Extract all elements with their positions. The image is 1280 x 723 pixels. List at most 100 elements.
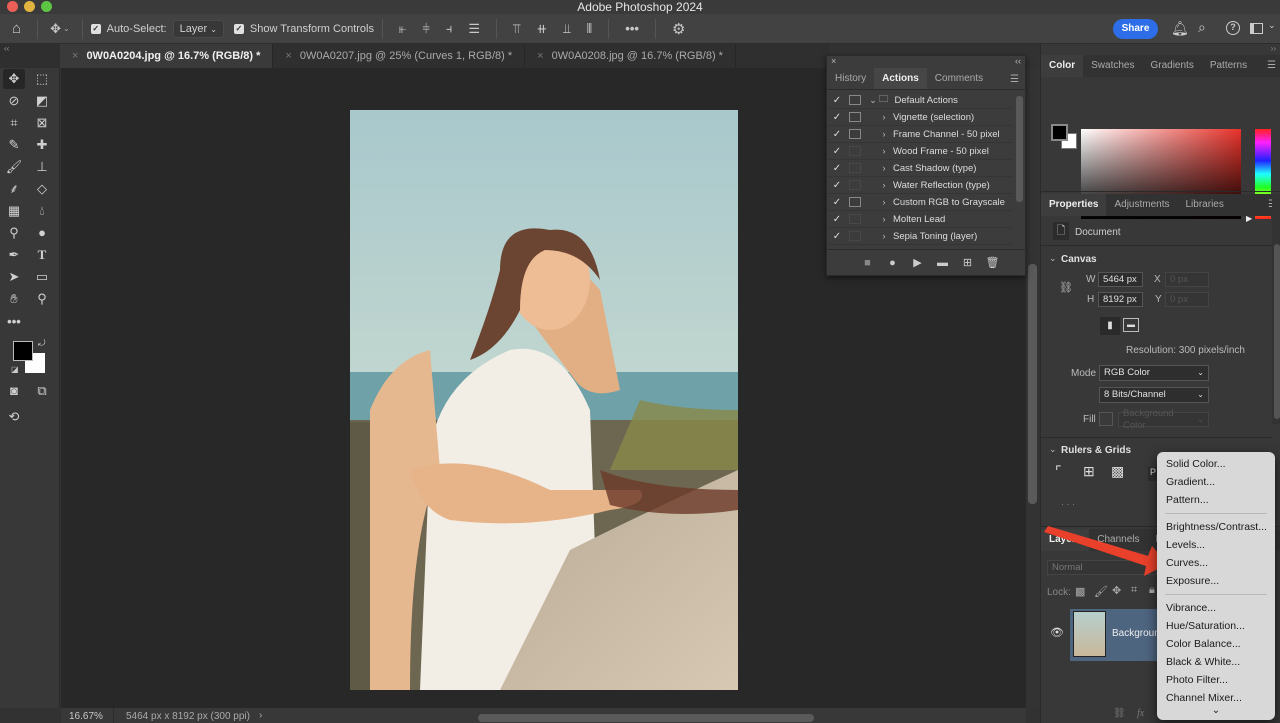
default-colors-icon[interactable]: ◪ <box>11 365 19 374</box>
align-top-icon[interactable]: ⫪ <box>513 21 520 37</box>
lock-brush-icon[interactable]: 🖌︎ <box>1094 585 1108 598</box>
menu-item-curves[interactable]: Curves... <box>1157 554 1275 572</box>
menu-item-photo-filter[interactable]: Photo Filter... <box>1157 671 1275 689</box>
tab-gradients[interactable]: Gradients <box>1142 55 1201 77</box>
vertical-scrollbar-thumb[interactable] <box>1028 264 1037 504</box>
action-set-row[interactable]: ✓ ⌄ 🗀︎ Default Actions <box>827 92 1013 109</box>
distribute-h-icon[interactable]: ☰ <box>468 21 480 37</box>
chevron-right-icon[interactable]: › <box>875 197 893 207</box>
portrait-orientation-icon[interactable]: ▮ <box>1100 317 1120 335</box>
chevron-down-icon[interactable]: ⌄ <box>1268 20 1276 31</box>
check-icon[interactable]: ✓ <box>827 214 847 225</box>
action-row[interactable]: ✓ › Wood Frame - 50 pixel <box>827 143 1013 160</box>
landscape-orientation-icon[interactable]: ▬ <box>1123 318 1139 332</box>
chevron-right-icon[interactable]: › <box>875 163 893 173</box>
dialog-toggle-icon[interactable] <box>849 112 861 122</box>
menu-item-exposure[interactable]: Exposure... <box>1157 572 1275 590</box>
menu-item-pattern[interactable]: Pattern... <box>1157 491 1275 509</box>
doc-tab-0[interactable]: × 0W0A0204.jpg @ 16.7% (RGB/8) * <box>60 44 274 68</box>
show-transform-checkbox[interactable]: ✓ Show Transform Controls <box>233 23 374 35</box>
hand-tool-icon[interactable]: ✋︎ <box>3 289 25 309</box>
menu-item-color-balance[interactable]: Color Balance... <box>1157 635 1275 653</box>
dodge-tool-icon[interactable]: ⚲ <box>3 223 25 243</box>
quick-mask-icon[interactable]: ◙ <box>3 381 25 401</box>
fx-icon[interactable]: fx <box>1137 708 1144 719</box>
menu-item-vibrance[interactable]: Vibrance... <box>1157 599 1275 617</box>
collapse-toolbar-button[interactable]: ‹‹ <box>0 44 60 54</box>
tab-color[interactable]: Color <box>1041 55 1084 77</box>
action-row[interactable]: ✓ › Water Reflection (type) <box>827 177 1013 194</box>
screen-mode-icon[interactable]: ⧉ <box>31 381 53 401</box>
pen-tool-icon[interactable]: ✒ <box>3 245 25 265</box>
zoom-level[interactable]: 16.67% <box>69 711 103 722</box>
menu-item-brightness-contrast[interactable]: Brightness/Contrast... <box>1157 518 1275 536</box>
align-middle-v-icon[interactable]: ⧺ <box>536 21 547 37</box>
blur-tool-icon[interactable]: 💧︎ <box>31 201 53 221</box>
edit-toolbar-icon[interactable]: ••• <box>3 312 25 332</box>
dialog-toggle-icon[interactable] <box>849 197 861 207</box>
search-icon[interactable]: ⌕ <box>1198 19 1206 36</box>
align-left-icon[interactable]: ⫦ <box>399 21 406 37</box>
check-icon[interactable]: ✓ <box>827 231 847 242</box>
tab-patterns[interactable]: Patterns <box>1202 55 1255 77</box>
fill-color-swatch[interactable] <box>1099 412 1113 426</box>
chevron-down-icon[interactable]: ⌄ <box>1049 253 1057 264</box>
grid-icon[interactable]: ⊞ <box>1083 463 1095 480</box>
auto-select-dropdown[interactable]: Layer ⌄ <box>172 19 224 38</box>
distribute-v-icon[interactable]: ⦀ <box>587 21 593 37</box>
swap-colors-icon[interactable]: ⤾ <box>38 338 46 349</box>
quick-selection-tool-icon[interactable]: ⊘ <box>3 91 25 111</box>
frame-tool-icon[interactable]: ⊠ <box>31 113 53 133</box>
move-tool-icon[interactable]: ✥ <box>50 21 61 37</box>
tab-comments[interactable]: Comments <box>927 68 991 89</box>
dialog-toggle-icon[interactable] <box>849 129 861 139</box>
actions-scrollbar[interactable] <box>1016 96 1023 202</box>
type-tool-icon[interactable]: T <box>31 245 53 265</box>
link-layers-icon[interactable]: ⛓︎ <box>1113 708 1126 719</box>
home-icon[interactable]: ⌂ <box>12 20 21 37</box>
collapse-dock-icon[interactable]: ›› <box>1041 44 1280 55</box>
bell-icon[interactable]: 🔔︎ <box>1171 20 1189 37</box>
marquee-tool-icon[interactable]: ⬚ <box>31 69 53 89</box>
check-icon[interactable]: ✓ <box>827 180 847 191</box>
menu-item-black-white[interactable]: Black & White... <box>1157 653 1275 671</box>
chevron-right-icon[interactable]: › <box>875 129 893 139</box>
path-selection-tool-icon[interactable]: ➤ <box>3 267 25 287</box>
visibility-eye-icon[interactable]: 👁︎ <box>1050 626 1064 639</box>
check-icon[interactable]: ✓ <box>827 146 847 157</box>
chevron-down-icon[interactable]: ⌄ <box>1049 444 1057 455</box>
eyedropper-tool-icon[interactable]: ✎ <box>3 135 25 155</box>
dialog-toggle-icon[interactable] <box>849 180 861 190</box>
link-dimensions-icon[interactable]: ⛓︎ <box>1059 281 1073 294</box>
lock-position-icon[interactable]: ✥ <box>1112 584 1121 597</box>
trash-icon[interactable]: 🗑︎ <box>980 256 1005 269</box>
foreground-color-chip[interactable] <box>1051 124 1068 141</box>
horizontal-scrollbar-thumb[interactable] <box>478 714 814 722</box>
align-right-icon[interactable]: ⫞ <box>446 21 453 37</box>
close-tab-icon[interactable]: × <box>72 50 78 62</box>
action-row[interactable]: ✓ › Sepia Toning (layer) <box>827 228 1013 245</box>
menu-item-levels[interactable]: Levels... <box>1157 536 1275 554</box>
gradient-tool-icon[interactable]: ▦ <box>3 201 25 221</box>
lock-transparent-icon[interactable]: ▩ <box>1075 585 1085 598</box>
healing-brush-tool-icon[interactable]: ✚ <box>31 135 53 155</box>
play-icon[interactable]: ▶ <box>905 256 930 269</box>
menu-scroll-down-icon[interactable]: ⌄ <box>1157 706 1275 719</box>
action-row[interactable]: ✓ › Cast Shadow (type) <box>827 160 1013 177</box>
chevron-right-icon[interactable]: › <box>875 231 893 241</box>
document-image[interactable] <box>350 110 738 690</box>
auto-select-checkbox[interactable]: ✓ Auto-Select: Layer ⌄ <box>90 19 224 38</box>
height-field[interactable]: 8192 px <box>1098 292 1143 307</box>
eraser-tool-icon[interactable]: ◇ <box>31 179 53 199</box>
chevron-right-icon[interactable]: › <box>875 214 893 224</box>
check-icon[interactable]: ✓ <box>827 197 847 208</box>
stop-icon[interactable]: ■ <box>855 257 880 269</box>
zoom-tool-icon[interactable]: ⚲ <box>31 289 53 309</box>
more-options-icon[interactable]: ••• <box>625 21 639 36</box>
action-row[interactable]: ✓ › Vignette (selection) <box>827 109 1013 126</box>
gear-icon[interactable]: ⚙ <box>672 20 685 38</box>
bit-depth-dropdown[interactable]: 8 Bits/Channel ⌄ <box>1099 387 1209 403</box>
tab-adjustments[interactable]: Adjustments <box>1106 194 1177 216</box>
dialog-toggle-icon[interactable] <box>849 214 861 224</box>
chevron-right-icon[interactable]: › <box>875 146 893 156</box>
